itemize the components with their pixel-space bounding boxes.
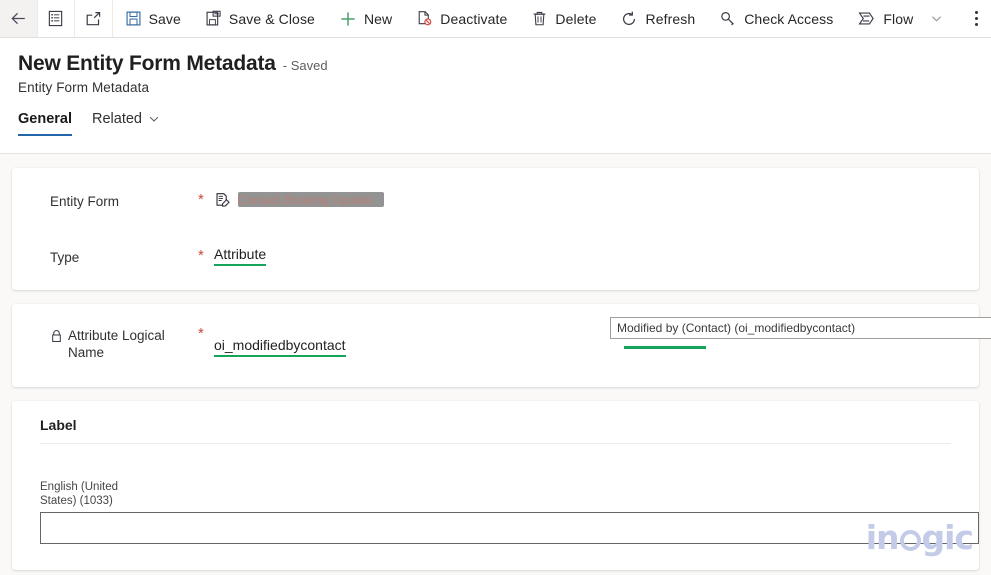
field-attribute-logical-name-value[interactable]: oi_modifiedbycontact [214,337,346,357]
deactivate-button[interactable]: Deactivate [404,0,519,37]
inogic-watermark: in gic [865,518,974,557]
card-entity-info: Entity Form * Contact Booking Update Typ… [12,168,979,290]
back-arrow-icon [9,9,28,28]
field-type-value[interactable]: Attribute [214,246,267,266]
refresh-icon [620,10,638,28]
more-commands-button[interactable] [962,0,991,37]
card-attribute-logical-name: Attribute Logical Name * oi_modifiedbyco… [12,304,991,387]
title-row: New Entity Form Metadata - Saved [18,52,973,76]
entity-form-value-redacted[interactable]: Contact Booking Update [238,192,384,207]
field-attribute-logical-name-text: Attribute Logical Name [68,328,165,360]
form-selector-button[interactable] [38,0,76,37]
language-label: English (United States) (1033) [40,481,118,507]
key-icon [719,10,737,28]
attribute-suggestion-text: Modified by (Contact) (oi_modifiedbycont… [617,321,856,335]
refresh-button-label: Refresh [645,10,696,27]
deactivate-icon [416,10,433,27]
flow-button-label: Flow [883,10,914,27]
delete-button-label: Delete [555,10,597,27]
save-close-icon [205,10,222,27]
popout-button[interactable] [75,0,113,37]
save-and-close-button-label: Save & Close [228,10,315,27]
tab-strip: General Related [0,111,991,136]
required-indicator: * [198,247,204,264]
section-divider [40,443,951,444]
flow-button[interactable]: Flow [845,0,925,37]
field-type: Type * Attribute [12,246,979,266]
save-floppy-icon [125,10,142,27]
trash-icon [531,10,548,27]
entity-form-record-icon [214,190,231,209]
flow-dropdown-button[interactable] [925,0,948,37]
lock-icon [50,327,63,343]
tab-related-label: Related [92,111,142,127]
save-status-text: - Saved [282,58,328,73]
required-indicator: * [198,325,204,342]
popout-icon [84,10,102,28]
back-button[interactable] [0,0,38,37]
form-canvas: Entity Form * Contact Booking Update Typ… [0,153,991,575]
field-entity-form-label: Entity Form [50,194,120,209]
label-text-input[interactable] [40,512,979,544]
card-label-section: Label English (United States) (1033) [12,401,979,570]
label-section-heading: Label [40,417,77,433]
save-and-close-button[interactable]: Save & Close [193,0,327,37]
field-attribute-logical-name-label: Attribute Logical Name [50,324,198,361]
flow-icon [857,10,876,27]
field-type-label: Type [50,250,80,265]
check-access-button[interactable]: Check Access [707,0,845,37]
field-entity-form: Entity Form * Contact Booking Update [12,190,979,210]
required-indicator: * [198,191,204,208]
entity-form-value-ghost-text: Contact Booking Update [238,193,373,207]
tab-general[interactable]: General [18,111,72,136]
deactivate-button-label: Deactivate [440,10,508,27]
check-access-button-label: Check Access [744,10,834,27]
chevron-down-icon [148,113,160,125]
delete-button[interactable]: Delete [519,0,608,37]
watermark-text-after: gic [921,518,974,557]
plus-icon [339,10,357,28]
watermark-o-glyph [899,530,921,551]
tab-general-label: General [18,111,72,127]
save-button[interactable]: Save [113,0,193,37]
form-list-icon [47,10,64,27]
page-title: New Entity Form Metadata [18,52,276,75]
refresh-button[interactable]: Refresh [608,0,707,37]
attribute-suggestion-item[interactable]: Modified by (Contact) (oi_modifiedbycont… [610,317,991,339]
tab-related[interactable]: Related [92,111,160,136]
attribute-suggestion-popup: Modified by (Contact) (oi_modifiedbycont… [610,317,991,349]
entity-type-label: Entity Form Metadata [18,80,150,95]
chevron-down-icon [930,12,943,25]
new-button[interactable]: New [327,0,404,37]
save-button-label: Save [148,10,181,27]
overflow-dots-icon [975,11,979,26]
watermark-text-before: in [865,518,900,557]
command-bar: Save Save & Close New Deactivate Delete … [0,0,991,38]
new-button-label: New [363,10,393,27]
suggestion-underline [624,346,706,349]
page-header: New Entity Form Metadata - Saved Entity … [0,38,991,95]
